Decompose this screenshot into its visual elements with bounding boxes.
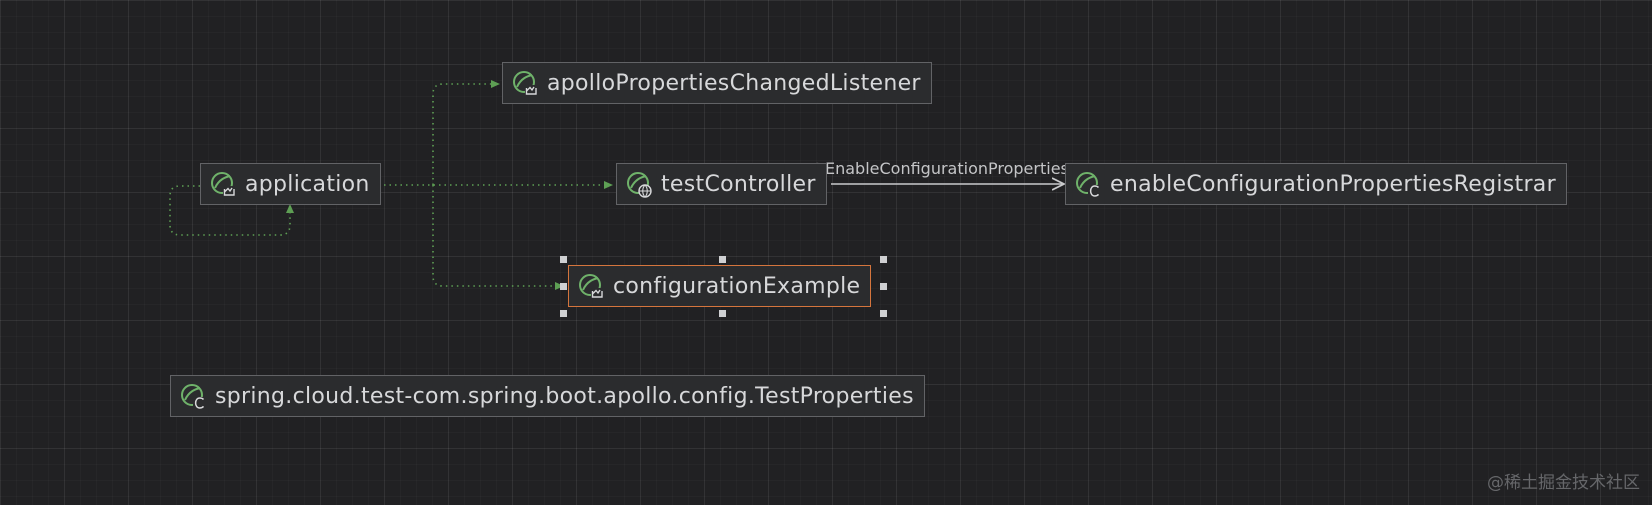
edge-application-to-configurationexample[interactable]	[432, 185, 564, 290]
spring-bean-class-icon	[181, 384, 205, 409]
resize-handle-left[interactable]	[560, 283, 567, 290]
resize-handle-right[interactable]	[880, 283, 887, 290]
node-label: apolloPropertiesChangedListener	[547, 70, 921, 96]
node-label: configurationExample	[613, 273, 861, 299]
node-application[interactable]: application	[200, 163, 381, 205]
spring-bean-web-icon	[627, 172, 652, 198]
resize-handle-bottom[interactable]	[719, 310, 726, 317]
edge-label-enable-configuration-properties: @EnableConfigurationProperties	[809, 159, 1069, 178]
resize-handle-bottom-left[interactable]	[560, 310, 567, 317]
node-label: enableConfigurationPropertiesRegistrar	[1110, 171, 1556, 197]
node-apollo-properties-changed-listener[interactable]: apolloPropertiesChangedListener	[502, 62, 932, 104]
spring-bean-class-icon	[1076, 172, 1100, 197]
resize-handle-top-left[interactable]	[560, 256, 567, 263]
resize-handle-top[interactable]	[719, 256, 726, 263]
spring-bean-method-icon	[211, 172, 235, 196]
resize-handle-bottom-right[interactable]	[880, 310, 887, 317]
node-label: testController	[661, 171, 816, 197]
node-test-properties[interactable]: spring.cloud.test-com.spring.boot.apollo…	[170, 375, 925, 417]
node-label: spring.cloud.test-com.spring.boot.apollo…	[215, 383, 914, 409]
spring-bean-method-icon	[513, 71, 537, 95]
node-test-controller[interactable]: testController	[616, 163, 827, 205]
node-configuration-example[interactable]: configurationExample	[568, 265, 872, 307]
resize-handle-top-right[interactable]	[880, 256, 887, 263]
node-enable-configuration-properties-registrar[interactable]: enableConfigurationPropertiesRegistrar	[1065, 163, 1567, 205]
spring-bean-method-icon	[579, 274, 603, 298]
watermark: @稀土掘金技术社区	[1487, 473, 1640, 493]
node-label: application	[245, 171, 370, 197]
edge-application-to-apollolistener[interactable]	[432, 80, 500, 185]
